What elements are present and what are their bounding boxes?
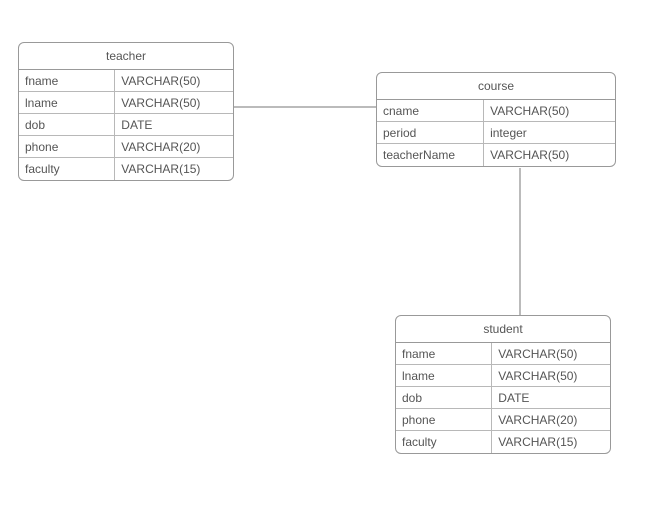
column-type: DATE <box>492 387 610 408</box>
table-row: fname VARCHAR(50) <box>396 343 610 365</box>
table-row: cname VARCHAR(50) <box>377 100 615 122</box>
column-type: VARCHAR(50) <box>492 343 610 364</box>
column-name: dob <box>19 114 115 135</box>
entity-teacher: teacher fname VARCHAR(50) lname VARCHAR(… <box>18 42 234 181</box>
table-row: lname VARCHAR(50) <box>19 92 233 114</box>
entity-course-title: course <box>377 73 615 100</box>
table-row: lname VARCHAR(50) <box>396 365 610 387</box>
column-name: cname <box>377 100 484 121</box>
column-name: faculty <box>396 431 492 453</box>
table-row: faculty VARCHAR(15) <box>396 431 610 453</box>
column-type: VARCHAR(50) <box>492 365 610 386</box>
column-name: lname <box>396 365 492 386</box>
column-name: phone <box>19 136 115 157</box>
column-type: VARCHAR(15) <box>115 158 233 180</box>
column-name: lname <box>19 92 115 113</box>
table-row: faculty VARCHAR(15) <box>19 158 233 180</box>
column-type: VARCHAR(50) <box>484 144 615 166</box>
column-name: period <box>377 122 484 143</box>
column-type: integer <box>484 122 615 143</box>
column-type: VARCHAR(20) <box>492 409 610 430</box>
column-name: dob <box>396 387 492 408</box>
table-row: dob DATE <box>19 114 233 136</box>
column-type: VARCHAR(15) <box>492 431 610 453</box>
column-name: teacherName <box>377 144 484 166</box>
column-type: DATE <box>115 114 233 135</box>
table-row: fname VARCHAR(50) <box>19 70 233 92</box>
column-type: VARCHAR(20) <box>115 136 233 157</box>
column-name: phone <box>396 409 492 430</box>
column-name: faculty <box>19 158 115 180</box>
column-name: fname <box>19 70 115 91</box>
column-name: fname <box>396 343 492 364</box>
table-row: teacherName VARCHAR(50) <box>377 144 615 166</box>
entity-course: course cname VARCHAR(50) period integer … <box>376 72 616 167</box>
column-type: VARCHAR(50) <box>115 92 233 113</box>
entity-student: student fname VARCHAR(50) lname VARCHAR(… <box>395 315 611 454</box>
table-row: period integer <box>377 122 615 144</box>
erd-canvas: teacher fname VARCHAR(50) lname VARCHAR(… <box>0 0 656 511</box>
table-row: phone VARCHAR(20) <box>396 409 610 431</box>
entity-teacher-title: teacher <box>19 43 233 70</box>
table-row: phone VARCHAR(20) <box>19 136 233 158</box>
column-type: VARCHAR(50) <box>484 100 615 121</box>
table-row: dob DATE <box>396 387 610 409</box>
column-type: VARCHAR(50) <box>115 70 233 91</box>
entity-student-title: student <box>396 316 610 343</box>
